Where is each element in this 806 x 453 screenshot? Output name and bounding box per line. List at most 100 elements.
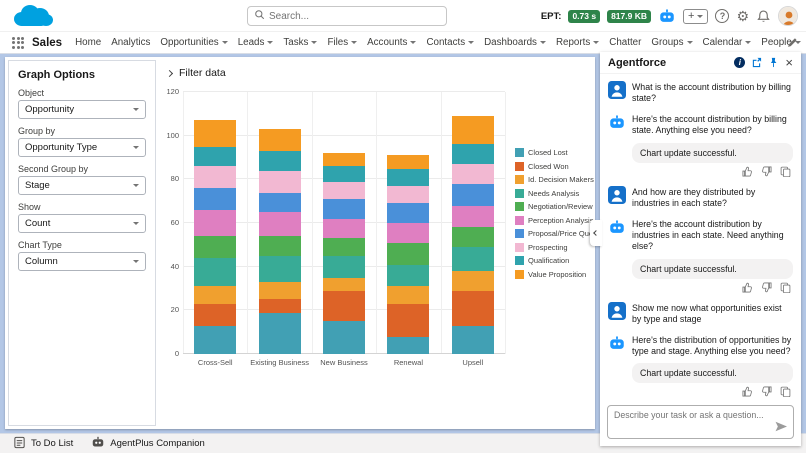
quick-add-button[interactable]: + xyxy=(683,9,708,24)
bar-segment-value-proposition[interactable] xyxy=(259,129,301,151)
bar-segment-needs-analysis[interactable] xyxy=(452,247,494,271)
bar-segment-id-decision-makers[interactable] xyxy=(387,286,429,303)
bar-segment-proposal-price-quote[interactable] xyxy=(452,184,494,206)
einstein-icon[interactable] xyxy=(658,7,676,25)
bar-segment-closed-lost[interactable] xyxy=(452,326,494,354)
edit-nav-pencil-icon[interactable] xyxy=(787,37,798,51)
bar-segment-qualification[interactable] xyxy=(387,169,429,186)
global-search[interactable] xyxy=(247,6,447,26)
copy-icon[interactable] xyxy=(780,166,791,177)
select-show[interactable]: Count xyxy=(18,214,146,233)
user-avatar[interactable] xyxy=(778,6,798,26)
nav-tab-people[interactable]: People xyxy=(756,32,806,53)
todo-list-button[interactable]: To Do List xyxy=(4,434,82,453)
thumbs-down-icon[interactable] xyxy=(761,386,772,397)
bar-segment-value-proposition[interactable] xyxy=(452,116,494,144)
bar-segment-prospecting[interactable] xyxy=(323,182,365,199)
stacked-bar-existing-business[interactable] xyxy=(259,129,301,354)
nav-tab-tasks[interactable]: Tasks xyxy=(278,32,322,53)
copy-icon[interactable] xyxy=(780,282,791,293)
bar-segment-closed-won[interactable] xyxy=(194,304,236,326)
nav-tab-accounts[interactable]: Accounts xyxy=(362,32,421,53)
bar-segment-qualification[interactable] xyxy=(452,144,494,164)
legend-item-proposal-price-quote[interactable]: Proposal/Price Quote xyxy=(515,229,599,238)
bar-segment-qualification[interactable] xyxy=(323,166,365,181)
info-icon[interactable]: i xyxy=(734,57,745,68)
stacked-bar-renewal[interactable] xyxy=(387,155,429,354)
nav-tab-reports[interactable]: Reports xyxy=(551,32,604,53)
bar-segment-perception-analysis[interactable] xyxy=(387,223,429,243)
legend-item-id-decision-makers[interactable]: Id. Decision Makers xyxy=(515,175,599,184)
nav-tab-files[interactable]: Files xyxy=(322,32,362,53)
help-icon[interactable]: ? xyxy=(715,9,729,23)
legend-item-closed-won[interactable]: Closed Won xyxy=(515,162,599,171)
bar-segment-closed-lost[interactable] xyxy=(194,326,236,354)
bar-segment-closed-lost[interactable] xyxy=(259,313,301,354)
search-input[interactable] xyxy=(269,11,440,22)
nav-tab-calendar[interactable]: Calendar xyxy=(698,32,757,53)
bar-segment-needs-analysis[interactable] xyxy=(323,256,365,278)
select-chart-type[interactable]: Column xyxy=(18,252,146,271)
bar-segment-negotiation-review[interactable] xyxy=(452,227,494,247)
bar-segment-qualification[interactable] xyxy=(259,151,301,171)
bar-segment-qualification[interactable] xyxy=(194,147,236,167)
bar-segment-prospecting[interactable] xyxy=(194,166,236,188)
bar-segment-proposal-price-quote[interactable] xyxy=(194,188,236,210)
legend-item-negotiation-review[interactable]: Negotiation/Review xyxy=(515,202,599,211)
stacked-bar-cross-sell[interactable] xyxy=(194,120,236,354)
nav-tab-opportunities[interactable]: Opportunities xyxy=(155,32,232,53)
bar-segment-prospecting[interactable] xyxy=(259,171,301,193)
bar-segment-closed-won[interactable] xyxy=(452,291,494,326)
bar-segment-proposal-price-quote[interactable] xyxy=(259,193,301,213)
bar-segment-value-proposition[interactable] xyxy=(387,155,429,168)
bar-segment-proposal-price-quote[interactable] xyxy=(387,203,429,223)
bar-segment-closed-lost[interactable] xyxy=(323,321,365,354)
setup-gear-icon[interactable]: ⚙ xyxy=(736,9,749,23)
thumbs-up-icon[interactable] xyxy=(742,282,753,293)
pin-icon[interactable] xyxy=(768,57,779,68)
agent-prompt-input[interactable] xyxy=(614,410,787,434)
select-second-group-by[interactable]: Stage xyxy=(18,176,146,195)
bar-segment-value-proposition[interactable] xyxy=(194,120,236,146)
bar-segment-needs-analysis[interactable] xyxy=(259,256,301,282)
nav-tab-contacts[interactable]: Contacts xyxy=(421,32,479,53)
stacked-bar-new-business[interactable] xyxy=(323,153,365,354)
agentplus-companion-button[interactable]: AgentPlus Companion xyxy=(82,434,214,453)
bar-segment-prospecting[interactable] xyxy=(452,164,494,184)
bar-segment-perception-analysis[interactable] xyxy=(259,212,301,236)
thumbs-up-icon[interactable] xyxy=(742,386,753,397)
bar-segment-id-decision-makers[interactable] xyxy=(323,278,365,291)
bar-segment-proposal-price-quote[interactable] xyxy=(323,199,365,219)
stacked-bar-upsell[interactable] xyxy=(452,116,494,354)
bar-segment-needs-analysis[interactable] xyxy=(387,265,429,287)
legend-item-qualification[interactable]: Qualification xyxy=(515,256,599,265)
open-in-new-icon[interactable] xyxy=(751,57,762,68)
nav-tab-groups[interactable]: Groups xyxy=(646,32,697,53)
bar-segment-prospecting[interactable] xyxy=(387,186,429,203)
bar-segment-perception-analysis[interactable] xyxy=(323,219,365,239)
bar-segment-closed-lost[interactable] xyxy=(387,337,429,354)
nav-tab-chatter[interactable]: Chatter xyxy=(604,32,646,53)
bar-segment-negotiation-review[interactable] xyxy=(323,238,365,255)
legend-item-value-proposition[interactable]: Value Proposition xyxy=(515,270,599,279)
send-icon[interactable] xyxy=(775,421,788,435)
filter-data-toggle[interactable]: Filter data xyxy=(167,67,591,79)
thumbs-down-icon[interactable] xyxy=(761,282,772,293)
close-icon[interactable]: × xyxy=(785,56,793,69)
bar-segment-closed-won[interactable] xyxy=(323,291,365,322)
nav-tab-dashboards[interactable]: Dashboards xyxy=(479,32,551,53)
bar-segment-negotiation-review[interactable] xyxy=(259,236,301,256)
bar-segment-id-decision-makers[interactable] xyxy=(194,286,236,303)
thumbs-up-icon[interactable] xyxy=(742,166,753,177)
bar-segment-negotiation-review[interactable] xyxy=(387,243,429,265)
bar-segment-id-decision-makers[interactable] xyxy=(452,271,494,291)
thumbs-down-icon[interactable] xyxy=(761,166,772,177)
legend-item-needs-analysis[interactable]: Needs Analysis xyxy=(515,189,599,198)
bar-segment-id-decision-makers[interactable] xyxy=(259,282,301,299)
notifications-bell-icon[interactable] xyxy=(756,9,771,24)
legend-item-closed-lost[interactable]: Closed Lost xyxy=(515,148,599,157)
select-object[interactable]: Opportunity xyxy=(18,100,146,119)
legend-item-perception-analysis[interactable]: Perception Analysis xyxy=(515,216,599,225)
nav-tab-home[interactable]: Home xyxy=(70,32,106,53)
nav-tab-analytics[interactable]: Analytics xyxy=(106,32,155,53)
